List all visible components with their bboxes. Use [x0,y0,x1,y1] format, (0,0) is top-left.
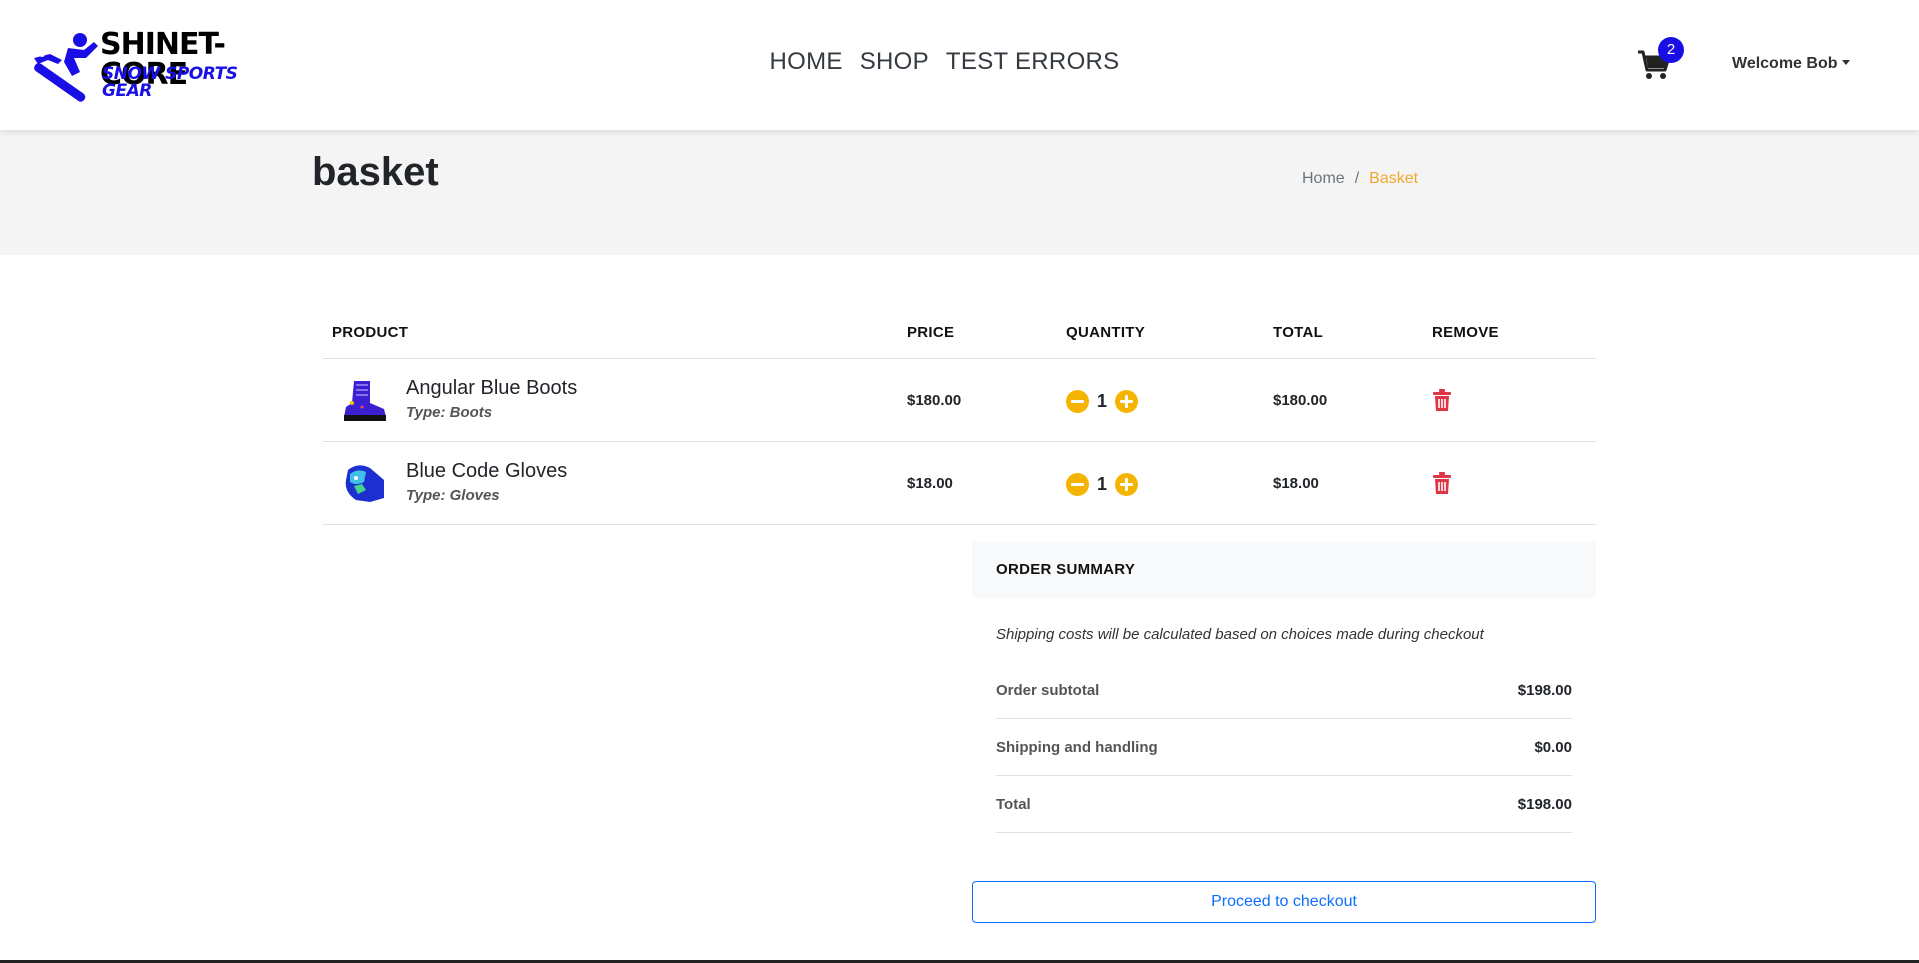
quantity-stepper: 1 [1066,389,1138,413]
basket-table: PRODUCT PRICE QUANTITY TOTAL REMOVE Angu… [323,308,1596,525]
order-summary: ORDER SUMMARY Shipping costs will be cal… [972,542,1596,833]
header-total: TOTAL [1273,324,1324,341]
order-summary-heading: ORDER SUMMARY [972,542,1596,598]
summary-list: Order subtotal $198.00 Shipping and hand… [996,662,1572,833]
table-row: Angular Blue Boots Type: Boots $180.00 1… [323,359,1596,442]
product-price: $180.00 [907,392,962,409]
breadcrumb-separator: / [1354,170,1360,187]
page-title: basket [312,150,439,194]
summary-value: $198.00 [1517,796,1572,813]
product-name[interactable]: Blue Code Gloves [406,460,567,483]
quantity-stepper: 1 [1066,472,1138,496]
summary-label: Order subtotal [996,682,1100,699]
table-row: Blue Code Gloves Type: Gloves $18.00 1 $… [323,442,1596,525]
nav-test-errors[interactable]: TEST ERRORS [946,48,1120,76]
main-nav: HOME SHOP TEST ERRORS [0,48,1919,76]
plus-circle-icon[interactable] [1115,472,1138,496]
summary-value: $0.00 [1534,739,1572,756]
summary-label: Total [996,796,1031,813]
nav-home[interactable]: HOME [770,48,843,76]
page-title-band [0,130,1919,255]
summary-row-subtotal: Order subtotal $198.00 [996,662,1572,719]
product-type: Type: Gloves [406,487,500,504]
summary-row-total: Total $198.00 [996,776,1572,833]
header-price: PRICE [907,324,955,341]
proceed-to-checkout-button[interactable]: Proceed to checkout [972,881,1596,923]
cart-count-badge: 2 [1658,37,1684,63]
minus-circle-icon[interactable] [1066,472,1089,496]
user-menu-label: Welcome Bob [1732,55,1838,72]
header-quantity: QUANTITY [1066,324,1146,341]
product-name[interactable]: Angular Blue Boots [406,377,577,400]
header-remove: REMOVE [1432,324,1499,341]
quantity-value: 1 [1096,473,1107,494]
quantity-value: 1 [1096,390,1107,411]
boot-image [344,381,386,421]
product-total: $18.00 [1273,475,1319,492]
product-price: $18.00 [907,475,953,492]
product-type: Type: Boots [406,404,493,421]
trash-icon[interactable] [1432,472,1452,495]
trash-icon[interactable] [1432,389,1452,412]
caret-down-icon [1841,60,1850,65]
glove-image [345,465,384,502]
header-product: PRODUCT [332,324,409,341]
table-header: PRODUCT PRICE QUANTITY TOTAL REMOVE [323,308,1596,359]
minus-circle-icon[interactable] [1066,389,1089,413]
breadcrumb-home[interactable]: Home [1302,170,1345,187]
summary-value: $198.00 [1517,682,1572,699]
summary-row-shipping: Shipping and handling $0.00 [996,719,1572,776]
breadcrumb: Home / Basket [1302,170,1418,188]
site-header: SHINET-CORE SNOW SPORTS GEAR HOME SHOP T… [0,0,1919,130]
product-total: $180.00 [1273,392,1328,409]
nav-shop[interactable]: SHOP [860,48,929,76]
shipping-note: Shipping costs will be calculated based … [996,626,1484,643]
summary-label: Shipping and handling [996,739,1158,756]
breadcrumb-current: Basket [1369,170,1419,187]
user-menu-dropdown[interactable]: Welcome Bob [1732,55,1850,73]
plus-circle-icon[interactable] [1115,389,1138,413]
